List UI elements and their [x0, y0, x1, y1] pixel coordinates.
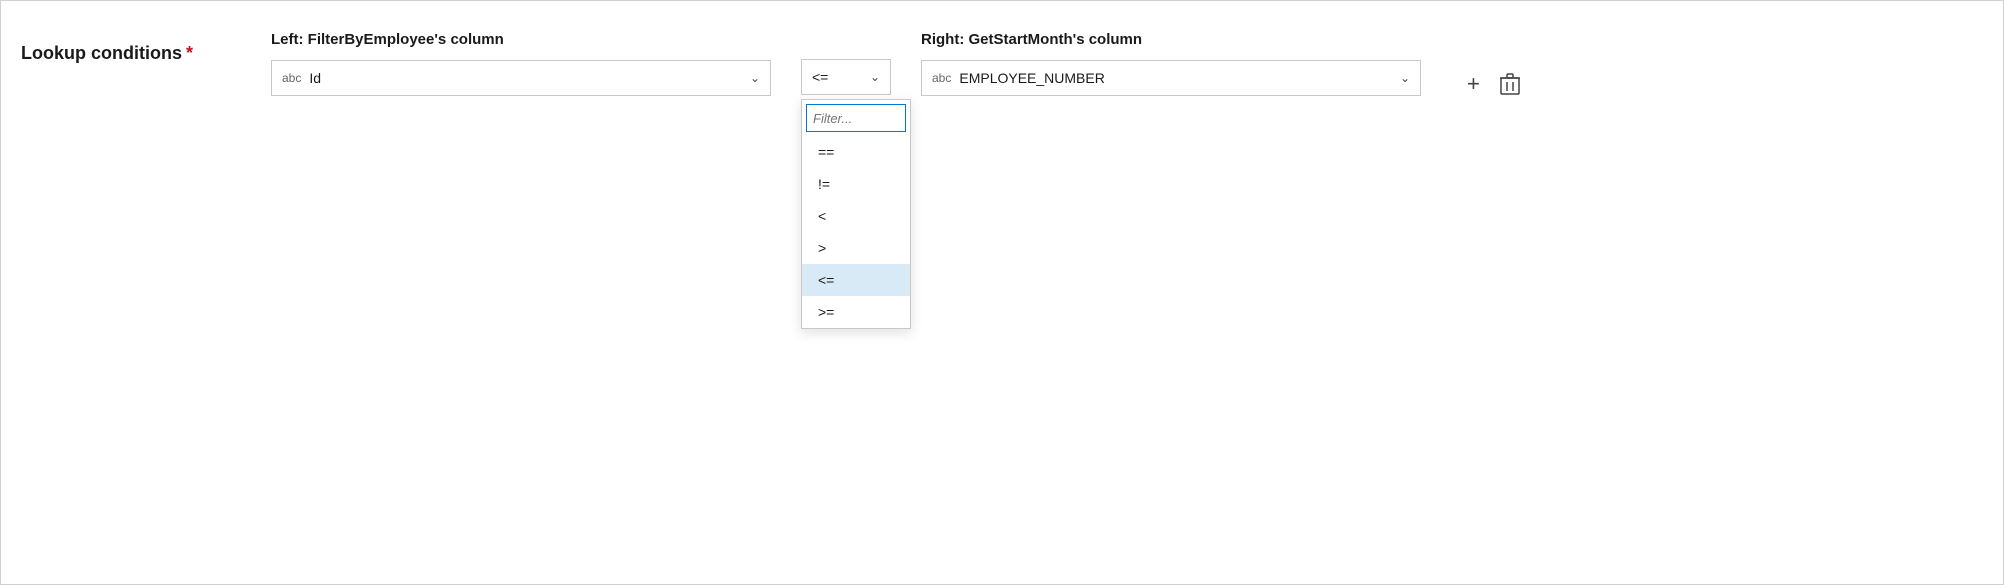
- lookup-conditions-label: Lookup conditions: [21, 43, 182, 64]
- right-column-header: Right: GetStartMonth's column: [921, 31, 1421, 48]
- operator-value: <=: [812, 69, 828, 85]
- left-column-dropdown[interactable]: abc Id ⌄: [271, 60, 771, 96]
- left-column: Left: FilterByEmployee's column abc Id ⌄: [271, 31, 771, 96]
- lookup-conditions-panel: Lookup conditions * Left: FilterByEmploy…: [0, 0, 2004, 585]
- delete-condition-button[interactable]: [1494, 69, 1526, 99]
- filter-input-container: [802, 100, 910, 136]
- action-buttons: +: [1461, 67, 1526, 101]
- lookup-label-group: Lookup conditions *: [21, 43, 241, 64]
- operator-option-lte[interactable]: <=: [802, 264, 910, 296]
- right-dropdown-arrow: ⌄: [1400, 71, 1410, 85]
- operator-option-eq[interactable]: ==: [802, 136, 910, 168]
- operator-option-gte[interactable]: >=: [802, 296, 910, 328]
- left-dropdown-value: Id: [309, 70, 742, 86]
- trash-icon: [1500, 73, 1520, 95]
- operator-option-neq[interactable]: !=: [802, 168, 910, 200]
- operator-option-lt[interactable]: <: [802, 200, 910, 232]
- add-condition-button[interactable]: +: [1461, 67, 1486, 101]
- left-column-header: Left: FilterByEmployee's column: [271, 31, 771, 48]
- operator-menu: == != < > <= >=: [801, 99, 911, 329]
- right-type-badge: abc: [932, 71, 951, 85]
- required-indicator: *: [186, 43, 193, 64]
- operator-option-gt[interactable]: >: [802, 232, 910, 264]
- left-dropdown-arrow: ⌄: [750, 71, 760, 85]
- right-column-dropdown[interactable]: abc EMPLOYEE_NUMBER ⌄: [921, 60, 1421, 96]
- right-dropdown-value: EMPLOYEE_NUMBER: [959, 70, 1392, 86]
- operator-arrow: ⌄: [870, 70, 880, 84]
- right-column: Right: GetStartMonth's column abc EMPLOY…: [921, 31, 1421, 96]
- operator-dropdown[interactable]: <= ⌄: [801, 59, 891, 95]
- operator-section: <= ⌄ == != < > <= >=: [801, 31, 891, 95]
- left-type-badge: abc: [282, 71, 301, 85]
- filter-input[interactable]: [806, 104, 906, 132]
